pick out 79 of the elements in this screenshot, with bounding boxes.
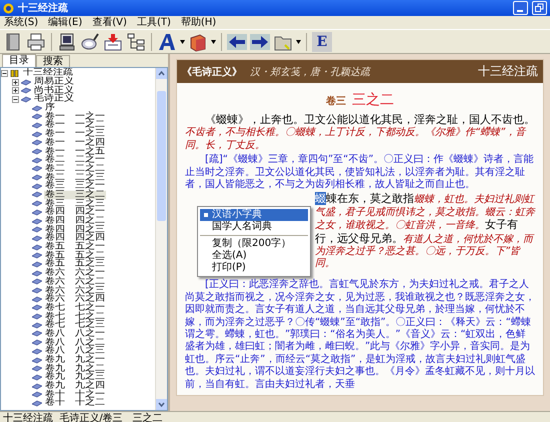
tree-item[interactable]: 卷九 九之三 <box>44 373 106 382</box>
tree-item[interactable]: 卷五 五之一 <box>44 242 106 252</box>
window-title: 十三经注疏 <box>18 1 69 15</box>
section-title: 三之二 <box>352 91 394 109</box>
tree-item[interactable]: 尚书正义 <box>33 86 75 95</box>
menu-item[interactable]: 国学人名词典 <box>200 221 308 234</box>
tab[interactable]: 搜索 <box>36 55 70 67</box>
minimize-icon[interactable] <box>513 1 528 15</box>
tree-item[interactable]: 卷七 七之二 <box>44 312 106 321</box>
expand-icon[interactable] <box>12 78 19 86</box>
caret-icon[interactable] <box>211 40 216 44</box>
menu-item[interactable]: 工具(T) <box>136 16 171 28</box>
font-icon[interactable] <box>157 32 177 52</box>
tree-item[interactable]: 卷六 六之四 <box>44 294 106 304</box>
tree-item[interactable]: 卷三 三之三 <box>44 199 106 208</box>
tree-item[interactable]: 卷四 四之二 <box>44 216 106 226</box>
paragraph-text: [正义曰：此恶淫奔之辞也。言虹气见於东方，为夫妇过礼之戒。君子之人尚莫之敢指而视之，况今淫奔之女，见为过恶，我谁敢视之也？既恶淫奔之女，因即就而责之。言女子有道人之道，当自远其父母兄弟，於理当嫁，何忧於不嫁，而为淫奔之过恶乎？〇传“蝃蝀”至“敢指”。〇正义曰：《释天》云：“螮蝀谓之雩。螮蝀，虹也。”郭璞曰：“俗名为美人。”《音义》云：“虹双出，色鲜盛者为雄，雄曰虹；闇者为雌，雌曰蜺。”此与《尔雅》字小异，音实同。是为虹也。序云“止奔”，而经云“莫之敢指”，是虹为淫戒，故言夫妇过礼则虹气盛也。夫妇过礼，谓不以道妄淫行夫妇之事也。《月令》孟冬虹藏不见，则十月以前，当自有虹。言由夫妇过礼者，天垂 <box>185 279 535 392</box>
book-title: 《毛诗正义》 <box>182 65 242 78</box>
tree-item[interactable]: 卷四 四之四 <box>44 234 106 243</box>
scroll-up-icon[interactable] <box>156 68 167 79</box>
menu-item[interactable]: 帮助(H) <box>180 16 216 28</box>
tree-item[interactable]: 卷六 六之三 <box>44 286 106 295</box>
download-icon[interactable] <box>103 32 123 52</box>
scroll-down-icon[interactable] <box>156 399 167 410</box>
menu-item[interactable]: 系统(S) <box>4 16 38 28</box>
collapse-icon[interactable] <box>12 96 19 103</box>
paragraph-text: [疏]“《蝃蝀》三章，章四句”至“不齿”。〇正义曰：作《蝃蝀》诗者，言能止当时之淫奔。卫文公以道化其民，使皆知礼法，以淫奔者为耻。其有淫之耻者，国人皆能恶之，不与之为齿列相长稚，故人皆耻之而自止也。 <box>185 154 535 192</box>
tree-item[interactable]: 卷二 二之二 <box>44 164 106 174</box>
tree-item[interactable]: 卷八 八之一 <box>44 330 106 338</box>
printer-icon[interactable] <box>26 32 46 52</box>
tree-item[interactable]: 十三经注疏 <box>22 69 74 78</box>
books-icon <box>10 70 20 77</box>
menu-item[interactable]: 复制（限200字） <box>200 238 308 250</box>
computer-icon[interactable] <box>57 32 77 52</box>
menu-item[interactable]: 全选(A) <box>200 250 308 262</box>
collection-title: 十三经注疏 <box>478 63 538 80</box>
letter-button[interactable]: E <box>312 32 332 52</box>
paragraph-text: 《蝃蝀》，止奔也。卫文公能以道化其民，淫奔之耻，国人不齿也。 不齿者，不与相长稚。〇蝃蝀，上丁计反，下都动反。《尔雅》作“螮蝀”，音同。长，丁丈反。 <box>185 114 535 152</box>
menu-item[interactable]: 编辑(E) <box>48 16 82 28</box>
tree-diagram-icon[interactable] <box>126 32 146 52</box>
tree-item[interactable]: 卷一 一之四 <box>44 138 106 148</box>
tree-item[interactable]: 周易正义 <box>33 78 75 86</box>
expand-icon[interactable] <box>12 87 19 94</box>
tree-item[interactable]: 卷一 一之二 <box>44 121 106 130</box>
caret-icon[interactable] <box>180 40 185 44</box>
tree-item[interactable]: 卷三 三之二 <box>44 190 106 200</box>
app-icon <box>3 2 14 14</box>
magnifier-icon[interactable] <box>80 32 100 52</box>
tree-item[interactable]: 卷九 九之二 <box>44 364 106 373</box>
menu-item[interactable]: 打印(P) <box>200 262 308 274</box>
tree-item[interactable]: 卷十 十之二 <box>44 399 106 408</box>
caret-icon[interactable] <box>296 40 301 44</box>
tree-item[interactable]: 卷一 一之五 <box>44 147 106 156</box>
tree-item[interactable]: 卷二 二之一 <box>44 156 106 164</box>
book-authors: 汉・郑玄笺，唐・孔颖达疏 <box>250 66 372 78</box>
tree-item[interactable]: 卷七 七之一 <box>44 304 106 312</box>
volume-label: 卷三 <box>326 94 346 108</box>
tree-item[interactable]: 卷四 四之一 <box>44 208 106 217</box>
tree-item[interactable]: 卷六 六之二 <box>44 278 106 286</box>
tree-item[interactable]: 卷九 九之一 <box>44 356 106 364</box>
restore-icon[interactable] <box>532 1 547 15</box>
tree-item[interactable]: 卷六 六之一 <box>44 268 106 278</box>
tree-item[interactable]: 卷八 八之三 <box>44 347 106 356</box>
status-text: 十三经注疏 毛诗正义/卷三 三之二 <box>3 412 163 422</box>
tab[interactable]: 目录 <box>2 54 36 67</box>
scrollbar[interactable] <box>155 68 167 410</box>
tree-item[interactable]: 卷七 七之三 <box>44 321 106 330</box>
tree-item[interactable]: 卷八 八之二 <box>44 338 106 347</box>
menu-item[interactable]: 查看(V) <box>92 16 127 28</box>
tree-item[interactable]: 卷四 四之三 <box>44 225 106 234</box>
tree-item[interactable]: 卷九 九之四 <box>44 382 106 390</box>
tree-item[interactable]: 卷二 二之三 <box>44 173 106 182</box>
tree-item[interactable]: 卷五 五之三 <box>44 260 106 269</box>
collapse-icon[interactable] <box>1 70 8 77</box>
tree-item[interactable]: 卷三 三之一 <box>44 182 106 191</box>
tree-item[interactable]: 序 <box>44 104 56 112</box>
menu-item[interactable]: 汉语小字典 <box>200 209 308 222</box>
tree-item[interactable]: 卷一 一之三 <box>44 130 106 138</box>
paragraph-text: 蝃蝀在东，莫之敢指蝃蝀，虹也。夫妇过礼则虹气盛，君子见戒而惧讳之，莫之敢指。蝃云：虹奔之女，谁敢视之。〇虹音洪，一音绛。女子有行，远父母兄弟。有道人之道，何忧於不嫁，而为淫奔之过乎？恶之甚。〇远，于万反。下”皆同。 <box>315 193 535 271</box>
